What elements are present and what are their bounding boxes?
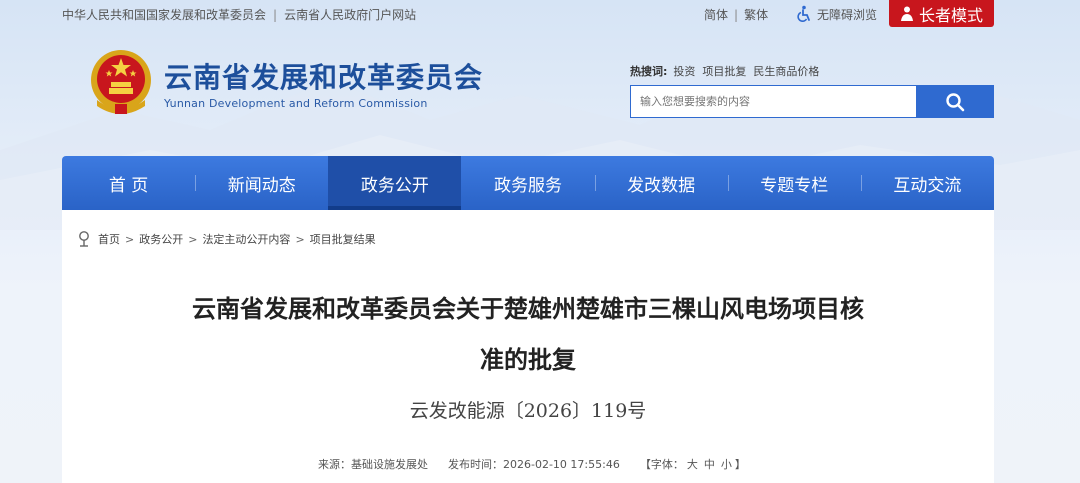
link-ndrc[interactable]: 中华人民共和国国家发展和改革委员会 bbox=[62, 8, 266, 22]
accessibility-label: 无障碍浏览 bbox=[817, 7, 878, 22]
article-meta: 来源：基础设施发展处 发布时间：2026-02-10 17:55:46 【字体：大中… bbox=[318, 456, 746, 472]
font-size-medium[interactable]: 中 bbox=[704, 458, 715, 471]
font-size-label: 【字体： bbox=[639, 458, 684, 471]
person-icon bbox=[900, 6, 913, 21]
hot-search-words: 热搜词: 投资 项目批复 民生商品价格 bbox=[630, 63, 826, 79]
breadcrumb-separator: > bbox=[295, 232, 305, 246]
nav-interaction[interactable]: 互动交流 bbox=[860, 156, 994, 210]
search-input[interactable] bbox=[630, 85, 916, 118]
breadcrumb-statutory-disclosure[interactable]: 法定主动公开内容 bbox=[202, 231, 290, 247]
font-size-control: 【字体：大中小】 bbox=[640, 458, 746, 471]
font-size-large[interactable]: 大 bbox=[687, 458, 698, 471]
article-panel: 首页 > 政务公开 > 法定主动公开内容 > 项目批复结果 云南省发展和改革委员会关于楚雄州… bbox=[62, 210, 994, 483]
article-title-line-1: 云南省发展和改革委员会关于楚雄州楚雄市三棵山风电场项目核 bbox=[192, 295, 864, 323]
divider: | bbox=[273, 8, 278, 22]
elder-mode-button[interactable]: 长者模式 bbox=[889, 0, 994, 27]
breadcrumb-government-affairs[interactable]: 政务公开 bbox=[139, 231, 183, 247]
hot-search-label: 热搜词: bbox=[630, 65, 668, 78]
article-publish-time: 发布时间：2026-02-10 17:55:46 bbox=[448, 458, 620, 471]
search-button[interactable] bbox=[916, 85, 994, 118]
divider: | bbox=[734, 8, 739, 22]
location-pin-icon bbox=[79, 231, 89, 247]
breadcrumb: 首页 > 政务公开 > 法定主动公开内容 > 项目批复结果 bbox=[76, 230, 376, 248]
article-title: 云南省发展和改革委员会关于楚雄州楚雄市三棵山风电场项目核 准的批复 bbox=[122, 284, 934, 386]
national-emblem-logo bbox=[91, 50, 151, 114]
article-source: 来源：基础设施发展处 bbox=[318, 458, 428, 471]
top-links: 中华人民共和国国家发展和改革委员会 | 云南省人民政府门户网站 bbox=[62, 6, 416, 23]
font-size-close: 】 bbox=[734, 458, 746, 471]
hot-word-investment[interactable]: 投资 bbox=[673, 65, 695, 78]
document-number: 云发改能源〔2026〕119号 bbox=[409, 400, 647, 422]
elder-mode-label: 长者模式 bbox=[918, 5, 983, 25]
top-bar: 中华人民共和国国家发展和改革委员会 | 云南省人民政府门户网站 简体 | 繁体 无障碍浏… bbox=[0, 0, 1080, 28]
lang-traditional[interactable]: 繁体 bbox=[744, 8, 768, 22]
article-title-line-2: 准的批复 bbox=[480, 346, 576, 374]
site-subtitle: Yunnan Development and Reform Commission bbox=[164, 97, 428, 110]
breadcrumb-separator: > bbox=[188, 232, 198, 246]
link-yunnan-gov[interactable]: 云南省人民政府门户网站 bbox=[284, 8, 416, 22]
nav-services[interactable]: 政务服务 bbox=[461, 156, 594, 210]
breadcrumb-home[interactable]: 首页 bbox=[98, 231, 120, 247]
wheelchair-icon bbox=[797, 5, 810, 22]
language-switch: 简体 | 繁体 bbox=[704, 6, 768, 23]
nav-special-topics[interactable]: 专题专栏 bbox=[727, 156, 861, 210]
search-box bbox=[630, 85, 994, 118]
nav-news[interactable]: 新闻动态 bbox=[195, 156, 328, 210]
search-icon bbox=[946, 92, 965, 111]
breadcrumb-separator: > bbox=[125, 232, 135, 246]
site-title[interactable]: 云南省发展和改革委员会 bbox=[164, 56, 483, 96]
hot-word-prices[interactable]: 民生商品价格 bbox=[753, 65, 819, 78]
font-size-small[interactable]: 小 bbox=[721, 458, 732, 471]
lang-simplified[interactable]: 简体 bbox=[704, 8, 728, 22]
nav-data[interactable]: 发改数据 bbox=[594, 156, 728, 210]
nav-government-affairs[interactable]: 政务公开 bbox=[328, 156, 462, 210]
breadcrumb-project-approval-results[interactable]: 项目批复结果 bbox=[310, 231, 376, 247]
nav-home[interactable]: 首 页 bbox=[62, 156, 195, 210]
accessibility-link[interactable]: 无障碍浏览 bbox=[795, 5, 877, 23]
main-nav: 首 页 新闻动态 政务公开 政务服务 发改数据 专题专栏 互动交流 bbox=[62, 156, 994, 210]
hot-word-project-approval[interactable]: 项目批复 bbox=[702, 65, 746, 78]
